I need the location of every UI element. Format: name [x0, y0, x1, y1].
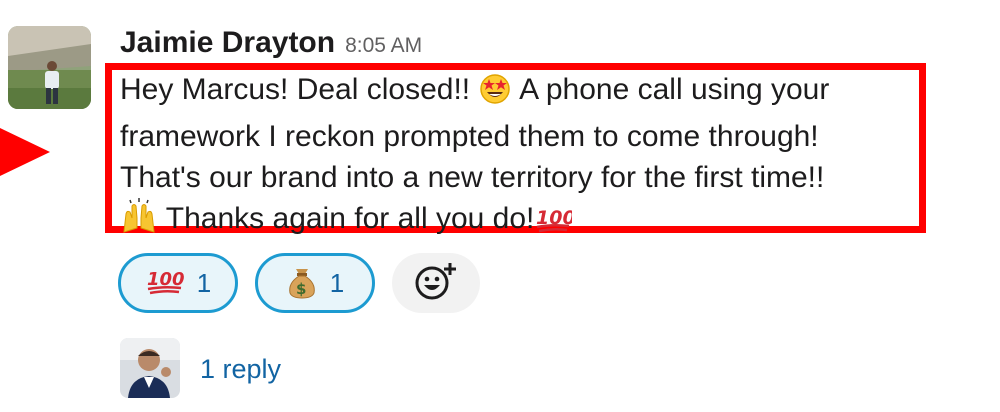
message-line: That's our brand into a new territory fo… [120, 161, 825, 194]
reply-avatar[interactable] [120, 338, 180, 398]
author-name[interactable]: Jaimie Drayton [120, 26, 335, 59]
annotation-arrow [0, 128, 50, 176]
message-header: Jaimie Drayton 8:05 AM [120, 26, 422, 62]
author-photo [8, 26, 91, 109]
author-avatar[interactable] [8, 26, 91, 109]
svg-text:$: $ [296, 280, 306, 298]
message-body: Hey Marcus! Deal closed!! A phone call u… [120, 69, 935, 245]
add-reaction-button[interactable] [392, 253, 480, 313]
message-line: Hey Marcus! Deal closed!! A phone call u… [120, 69, 935, 116]
reaction-100[interactable]: 100 1 [118, 253, 238, 313]
100-icon: 100 [145, 265, 185, 302]
raised-hands-emoji-icon [120, 198, 158, 245]
message-timestamp[interactable]: 8:05 AM [345, 34, 422, 57]
replier-photo [120, 338, 180, 398]
reaction-count: 1 [196, 267, 212, 298]
money-bag-icon: $ [286, 263, 318, 304]
star-struck-emoji-icon [478, 71, 512, 116]
message-line: framework I reckon prompted them to come… [120, 120, 819, 153]
replies-link[interactable]: 1 reply [200, 354, 281, 385]
add-emoji-icon [414, 261, 458, 306]
hundred-points-emoji-icon: 100 [534, 202, 576, 245]
reaction-count: 1 [329, 267, 345, 298]
reaction-money-bag[interactable]: $ 1 [255, 253, 375, 313]
message-line: Thanks again for all you do! 100 [120, 198, 935, 245]
